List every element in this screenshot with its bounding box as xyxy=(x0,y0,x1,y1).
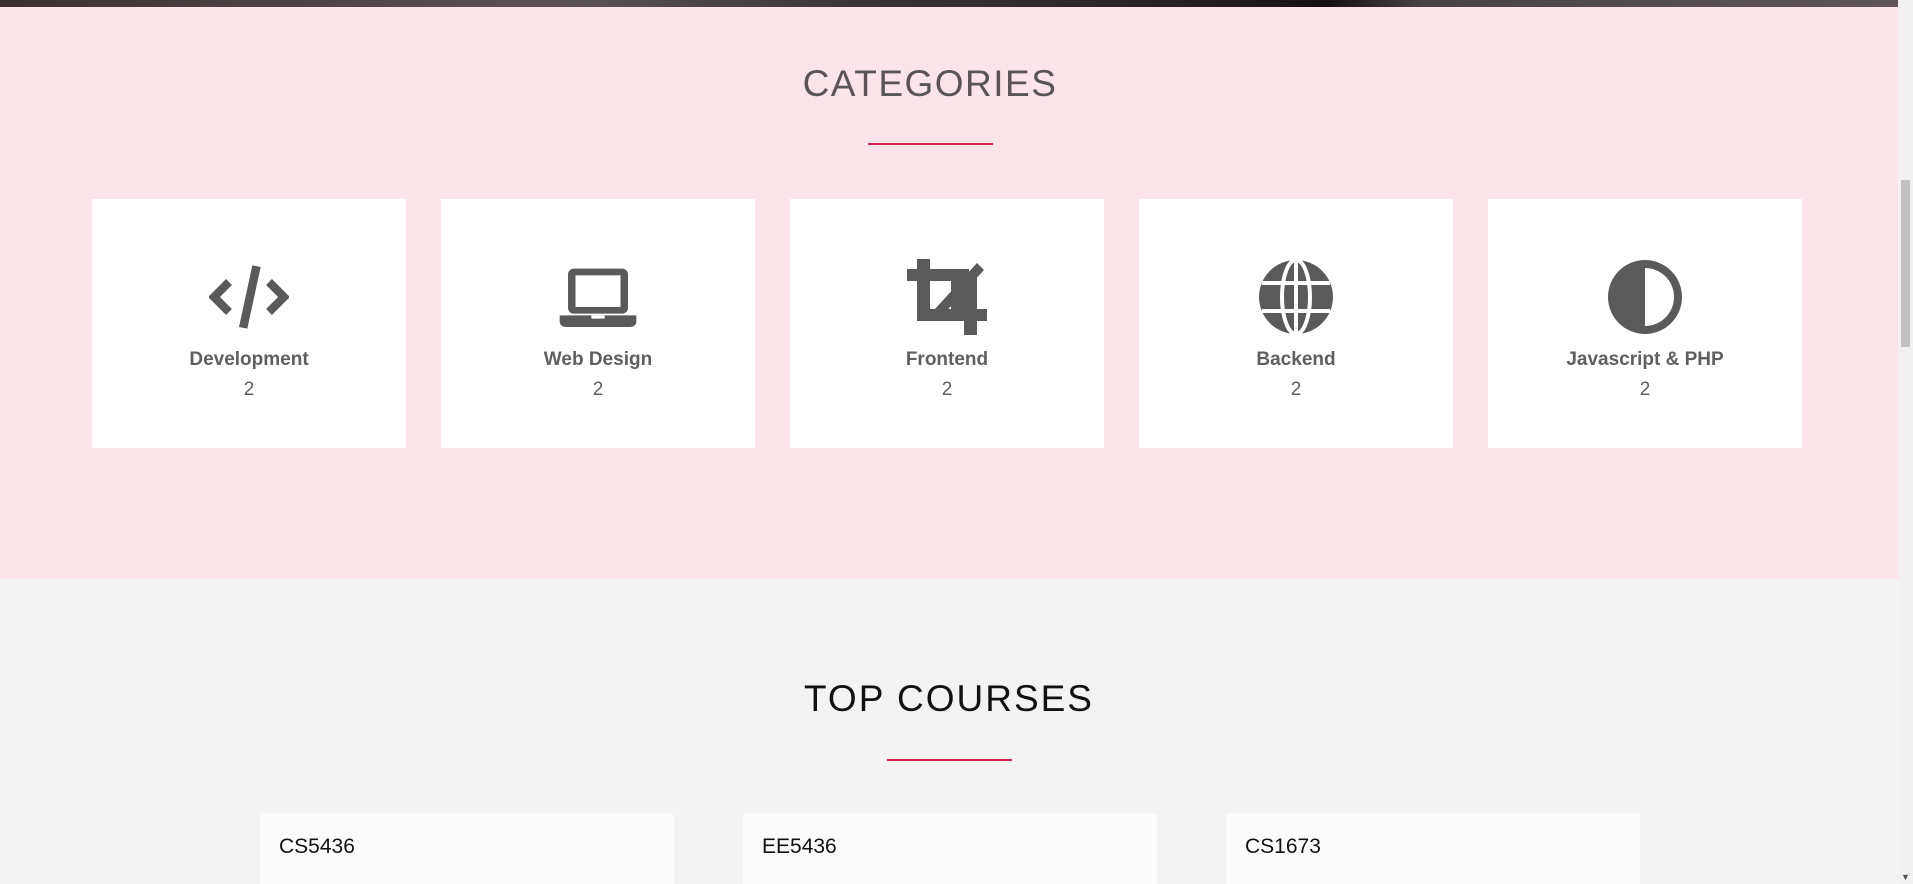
category-label: Web Design xyxy=(543,349,653,370)
category-card-web-design[interactable]: Web Design 2 xyxy=(441,199,755,448)
category-count: 2 xyxy=(941,379,953,400)
course-code: EE5436 xyxy=(762,835,837,858)
course-card[interactable]: EE5436 xyxy=(743,813,1157,884)
course-card[interactable]: CS1673 xyxy=(1226,813,1640,884)
category-count: 2 xyxy=(592,379,604,400)
vertical-scrollbar[interactable]: ▼ xyxy=(1898,0,1913,884)
categories-title-underline xyxy=(868,143,993,145)
category-label: Backend xyxy=(1256,349,1336,370)
category-card-javascript-php[interactable]: Javascript & PHP 2 xyxy=(1488,199,1802,448)
crop-icon xyxy=(907,259,987,335)
course-code: CS1673 xyxy=(1245,835,1321,858)
code-icon xyxy=(209,259,289,335)
course-cards: CS5436 EE5436 CS1673 xyxy=(260,813,1640,884)
category-count: 2 xyxy=(1290,379,1302,400)
adjust-icon xyxy=(1605,259,1685,335)
category-count: 2 xyxy=(243,379,255,400)
category-cards: Development 2 Web Design 2 Frontend 2 Ba… xyxy=(92,199,1802,448)
top-courses-title: TOP COURSES xyxy=(804,678,1094,719)
category-card-backend[interactable]: Backend 2 xyxy=(1139,199,1453,448)
course-card[interactable]: CS5436 xyxy=(260,813,674,884)
category-label: Javascript & PHP xyxy=(1566,349,1724,370)
hero-image-edge xyxy=(0,0,1898,7)
scroll-down-arrow-icon[interactable]: ▼ xyxy=(1898,870,1913,884)
page: CATEGORIES Development 2 Web Design 2 Fr… xyxy=(0,0,1913,884)
category-label: Development xyxy=(189,349,309,370)
category-count: 2 xyxy=(1639,379,1651,400)
category-card-development[interactable]: Development 2 xyxy=(92,199,406,448)
category-card-frontend[interactable]: Frontend 2 xyxy=(790,199,1104,448)
laptop-icon xyxy=(558,259,638,335)
categories-title: CATEGORIES xyxy=(802,63,1058,104)
course-code: CS5436 xyxy=(279,835,355,858)
category-label: Frontend xyxy=(905,349,989,370)
top-courses-title-underline xyxy=(887,759,1012,761)
globe-icon xyxy=(1256,259,1336,335)
categories-section: CATEGORIES Development 2 Web Design 2 Fr… xyxy=(0,7,1898,579)
scrollbar-thumb[interactable] xyxy=(1901,180,1910,347)
